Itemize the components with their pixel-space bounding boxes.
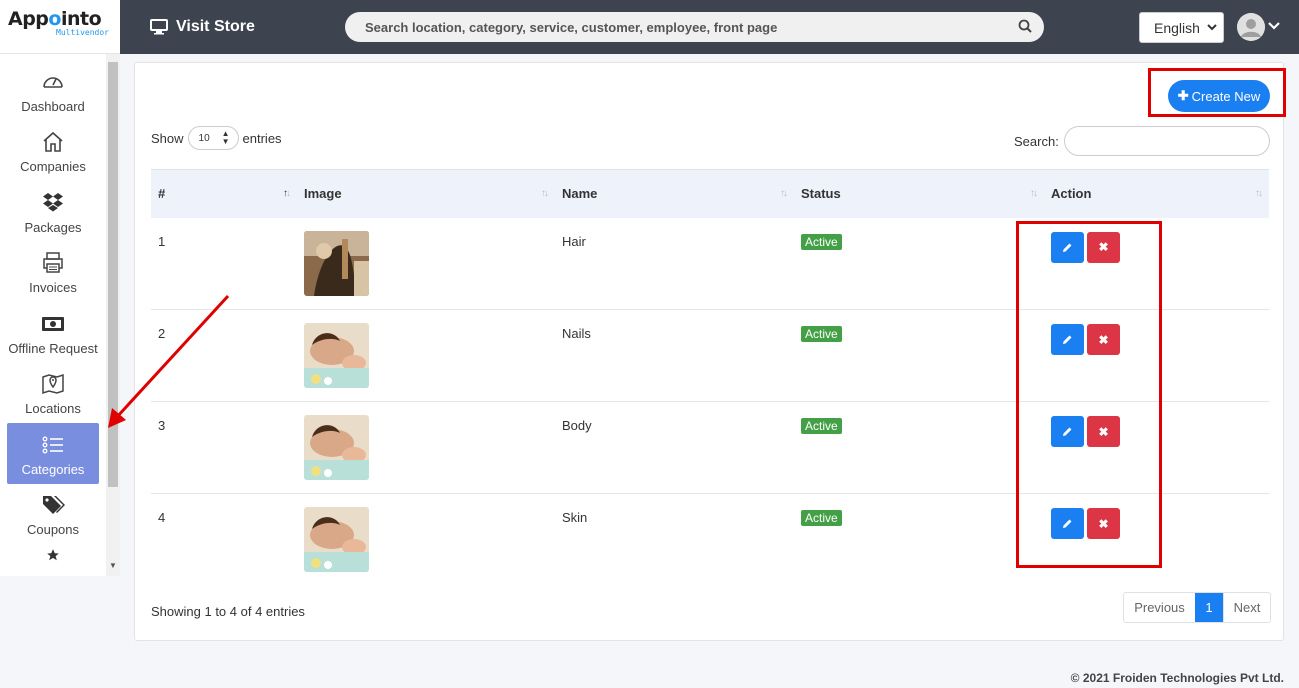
chevron-down-icon[interactable] <box>1268 20 1280 32</box>
sort-icon: ↑↓ <box>283 188 291 199</box>
categories-card: ✚ Create New Show 10 ▲ ▼ entries Search: … <box>134 62 1286 641</box>
sidebar-item-dashboard[interactable]: Dashboard <box>0 60 106 121</box>
annotation-highlight-box <box>1016 221 1162 568</box>
topbar: Visit Store Search location, category, s… <box>120 0 1299 54</box>
create-new-button[interactable]: ✚ Create New <box>1168 80 1270 112</box>
monitor-icon <box>150 19 168 35</box>
sidebar-item-locations[interactable]: Locations <box>0 363 106 424</box>
table-search-input[interactable] <box>1063 126 1270 156</box>
spa-image <box>304 323 369 388</box>
sidebar-item-offline-request[interactable]: Offline Request <box>0 302 106 363</box>
money-bill-icon <box>42 316 64 331</box>
star-icon <box>47 549 59 561</box>
list-icon <box>42 436 63 453</box>
column-header-status[interactable]: Status ↑↓ <box>794 169 1044 218</box>
pagination: Previous 1 Next <box>1123 592 1271 623</box>
sort-icon: ↑↓ <box>541 188 549 199</box>
sidebar-item-categories[interactable]: Categories <box>7 423 99 484</box>
status-badge: Active <box>801 418 842 434</box>
sidebar-item-reviews[interactable] <box>0 544 106 574</box>
sidebar-item-companies[interactable]: Companies <box>0 121 106 182</box>
user-icon <box>1237 13 1265 41</box>
printer-icon <box>43 252 63 273</box>
status-badge: Active <box>801 326 842 342</box>
annotation-highlight-box: ✚ Create New <box>1148 68 1286 117</box>
chevron-down-icon <box>1207 24 1217 31</box>
global-search-input[interactable]: Search location, category, service, cust… <box>345 12 1044 42</box>
home-icon <box>43 131 63 152</box>
scroll-down-icon[interactable]: ▼ <box>109 561 117 570</box>
map-marker-icon <box>42 373 64 395</box>
table-header-row: # ↑↓ Image ↑↓ Name ↑↓ Status ↑↓ Action ↑↓ <box>151 169 1269 218</box>
sort-icon: ↑↓ <box>1030 188 1038 199</box>
scrollbar-thumb[interactable] <box>108 62 118 487</box>
footer-copyright: © 2021 Froiden Technologies Pvt Ltd. <box>1070 671 1284 685</box>
avatar[interactable] <box>1237 13 1265 41</box>
sidebar-scrollbar[interactable]: ▼ <box>106 54 120 576</box>
table-info: Showing 1 to 4 of 4 entries <box>151 604 305 619</box>
visit-store-link[interactable]: Visit Store <box>150 18 255 36</box>
spa-image <box>304 507 369 572</box>
entries-length-control: Show 10 ▲ ▼ entries <box>151 126 282 150</box>
sidebar-item-packages[interactable]: Packages <box>0 181 106 242</box>
sort-icon: ↑↓ <box>1255 188 1263 199</box>
pagination-page[interactable]: 1 <box>1195 593 1223 622</box>
sidebar-item-coupons[interactable]: Coupons <box>0 484 106 545</box>
dropbox-icon <box>43 192 63 211</box>
sidebar: Appointo Multivendor Dashboard Companies… <box>0 0 120 576</box>
column-header-action[interactable]: Action ↑↓ <box>1044 169 1269 218</box>
search-icon[interactable] <box>1018 19 1032 33</box>
dashboard-icon <box>43 76 63 88</box>
column-header-number[interactable]: # ↑↓ <box>151 169 297 218</box>
status-badge: Active <box>801 510 842 526</box>
sort-icon: ↑↓ <box>780 188 788 199</box>
sort-updown-icon: ▲ ▼ <box>221 129 230 146</box>
entries-select[interactable]: 10 ▲ ▼ <box>187 126 239 150</box>
language-select[interactable]: English <box>1139 12 1224 43</box>
spa-image <box>304 415 369 480</box>
column-header-name[interactable]: Name ↑↓ <box>555 169 794 218</box>
plus-icon: ✚ <box>1177 88 1189 103</box>
tags-icon <box>43 496 65 514</box>
table-search: Search: <box>1014 126 1270 156</box>
status-badge: Active <box>801 233 842 250</box>
brand-logo[interactable]: Appointo Multivendor <box>0 0 120 54</box>
pagination-next[interactable]: Next <box>1223 593 1270 622</box>
pagination-previous[interactable]: Previous <box>1124 593 1195 622</box>
column-header-image[interactable]: Image ↑↓ <box>297 169 555 218</box>
sidebar-item-invoices[interactable]: Invoices <box>0 242 106 303</box>
hair-image <box>304 230 369 296</box>
